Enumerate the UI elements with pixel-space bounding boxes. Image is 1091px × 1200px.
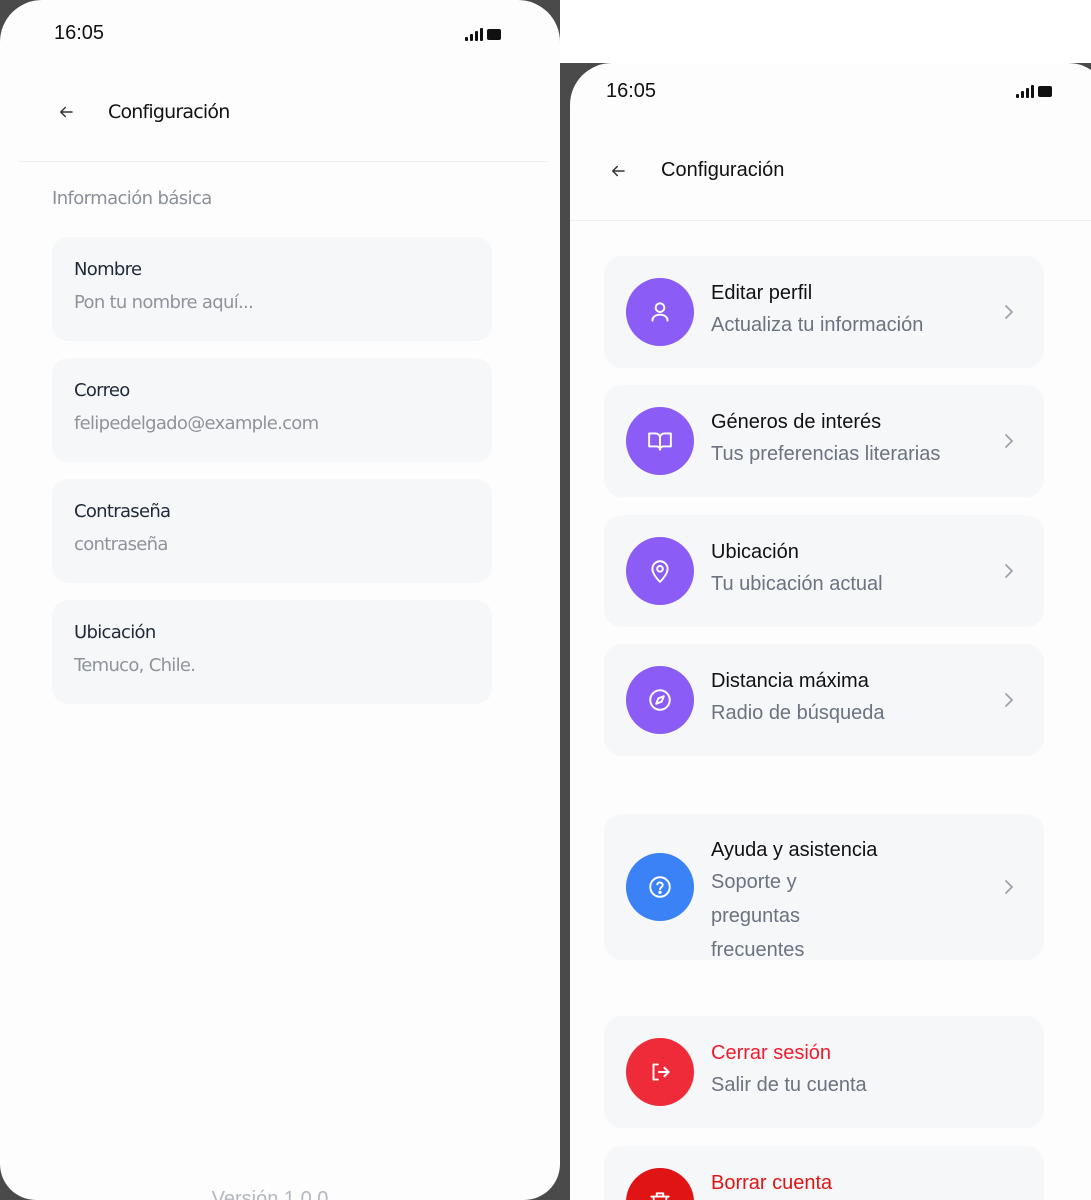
menu-item-edit-profile[interactable]: Editar perfil Actualiza tu información — [604, 256, 1044, 368]
name-field: Nombre — [52, 237, 492, 341]
menu-title: Géneros de interés — [711, 411, 882, 433]
menu-text: Ubicación Tu ubicación actual — [711, 537, 883, 601]
status-icons — [465, 28, 501, 41]
menu-text: Géneros de interés Tus preferencias lite… — [711, 407, 940, 471]
menu-subtitle: Tu ubicación actual — [711, 573, 883, 595]
battery-icon — [487, 29, 501, 40]
email-field: Correo — [52, 358, 492, 462]
app-version: Versión 1.0.0 — [211, 1188, 329, 1200]
menu-subtitle: Tus preferencias literarias — [711, 443, 941, 465]
menu-item-help[interactable]: Ayuda y asistencia Soporte y preguntas f… — [604, 814, 1044, 961]
signal-icon — [1016, 85, 1034, 98]
menu-item-logout[interactable]: Cerrar sesión Salir de tu cuenta — [604, 1016, 1044, 1128]
chevron-right-icon — [1002, 431, 1016, 451]
trash-icon — [626, 1168, 694, 1200]
header-divider — [570, 220, 1091, 221]
menu-item-genres[interactable]: Géneros de interés Tus preferencias lite… — [604, 385, 1044, 497]
status-time: 16:05 — [606, 80, 657, 102]
page-title: Configuración — [108, 101, 230, 123]
menu-text: Borrar cuenta — [711, 1168, 832, 1198]
menu-subtitle-line: frecuentes — [711, 939, 805, 961]
menu-title: Distancia máxima — [711, 670, 869, 692]
email-input[interactable] — [74, 413, 470, 434]
chevron-right-icon — [1002, 561, 1016, 581]
back-arrow-icon[interactable] — [608, 161, 628, 181]
map-pin-icon — [626, 537, 694, 605]
menu-title: Cerrar sesión — [711, 1042, 832, 1064]
battery-icon — [1038, 86, 1052, 97]
book-open-icon — [626, 407, 694, 475]
menu-subtitle-line: preguntas — [711, 905, 800, 927]
signal-icon — [465, 28, 483, 41]
phone-screen-settings-menu: 16:05 Configuración Editar perfil Actual… — [570, 63, 1091, 1200]
menu-text: Cerrar sesión Salir de tu cuenta — [711, 1038, 867, 1102]
background-middle — [560, 63, 570, 1200]
logout-icon — [626, 1038, 694, 1106]
status-icons — [1016, 85, 1052, 98]
password-field: Contraseña — [52, 479, 492, 583]
menu-subtitle: Actualiza tu información — [711, 314, 924, 336]
field-label: Correo — [74, 380, 130, 401]
help-circle-icon — [626, 853, 694, 921]
menu-item-delete-account[interactable]: Borrar cuenta — [604, 1146, 1044, 1200]
field-label: Contraseña — [74, 501, 171, 522]
section-label: Información básica — [52, 188, 212, 209]
chevron-right-icon — [1002, 877, 1016, 897]
menu-text: Ayuda y asistencia Soporte y preguntas f… — [711, 835, 877, 967]
menu-text: Distancia máxima Radio de búsqueda — [711, 666, 884, 730]
menu-subtitle-line: Soporte y — [711, 871, 797, 893]
menu-subtitle: Radio de búsqueda — [711, 702, 885, 724]
field-label: Ubicación — [74, 622, 156, 643]
menu-title: Ubicación — [711, 541, 799, 563]
status-time: 16:05 — [54, 22, 105, 44]
menu-title: Borrar cuenta — [711, 1172, 833, 1194]
location-input[interactable] — [74, 655, 470, 676]
password-input[interactable] — [74, 534, 470, 555]
user-icon — [626, 278, 694, 346]
chevron-right-icon — [1002, 690, 1016, 710]
header: Configuración — [608, 159, 784, 182]
menu-item-max-distance[interactable]: Distancia máxima Radio de búsqueda — [604, 644, 1044, 756]
menu-text: Editar perfil Actualiza tu información — [711, 278, 923, 342]
menu-item-location[interactable]: Ubicación Tu ubicación actual — [604, 515, 1044, 627]
name-input[interactable] — [74, 292, 470, 313]
menu-title: Editar perfil — [711, 282, 813, 304]
chevron-right-icon — [1002, 302, 1016, 322]
back-arrow-icon[interactable] — [56, 102, 76, 122]
location-field: Ubicación — [52, 600, 492, 704]
menu-title: Ayuda y asistencia — [711, 839, 878, 861]
field-label: Nombre — [74, 259, 142, 280]
page-title: Configuración — [661, 159, 785, 181]
compass-icon — [626, 666, 694, 734]
header: Configuración — [56, 101, 230, 123]
header-divider — [19, 161, 547, 162]
phone-screen-basic-info: 16:05 Configuración Información básica N… — [0, 0, 560, 1200]
menu-subtitle: Salir de tu cuenta — [711, 1074, 867, 1096]
